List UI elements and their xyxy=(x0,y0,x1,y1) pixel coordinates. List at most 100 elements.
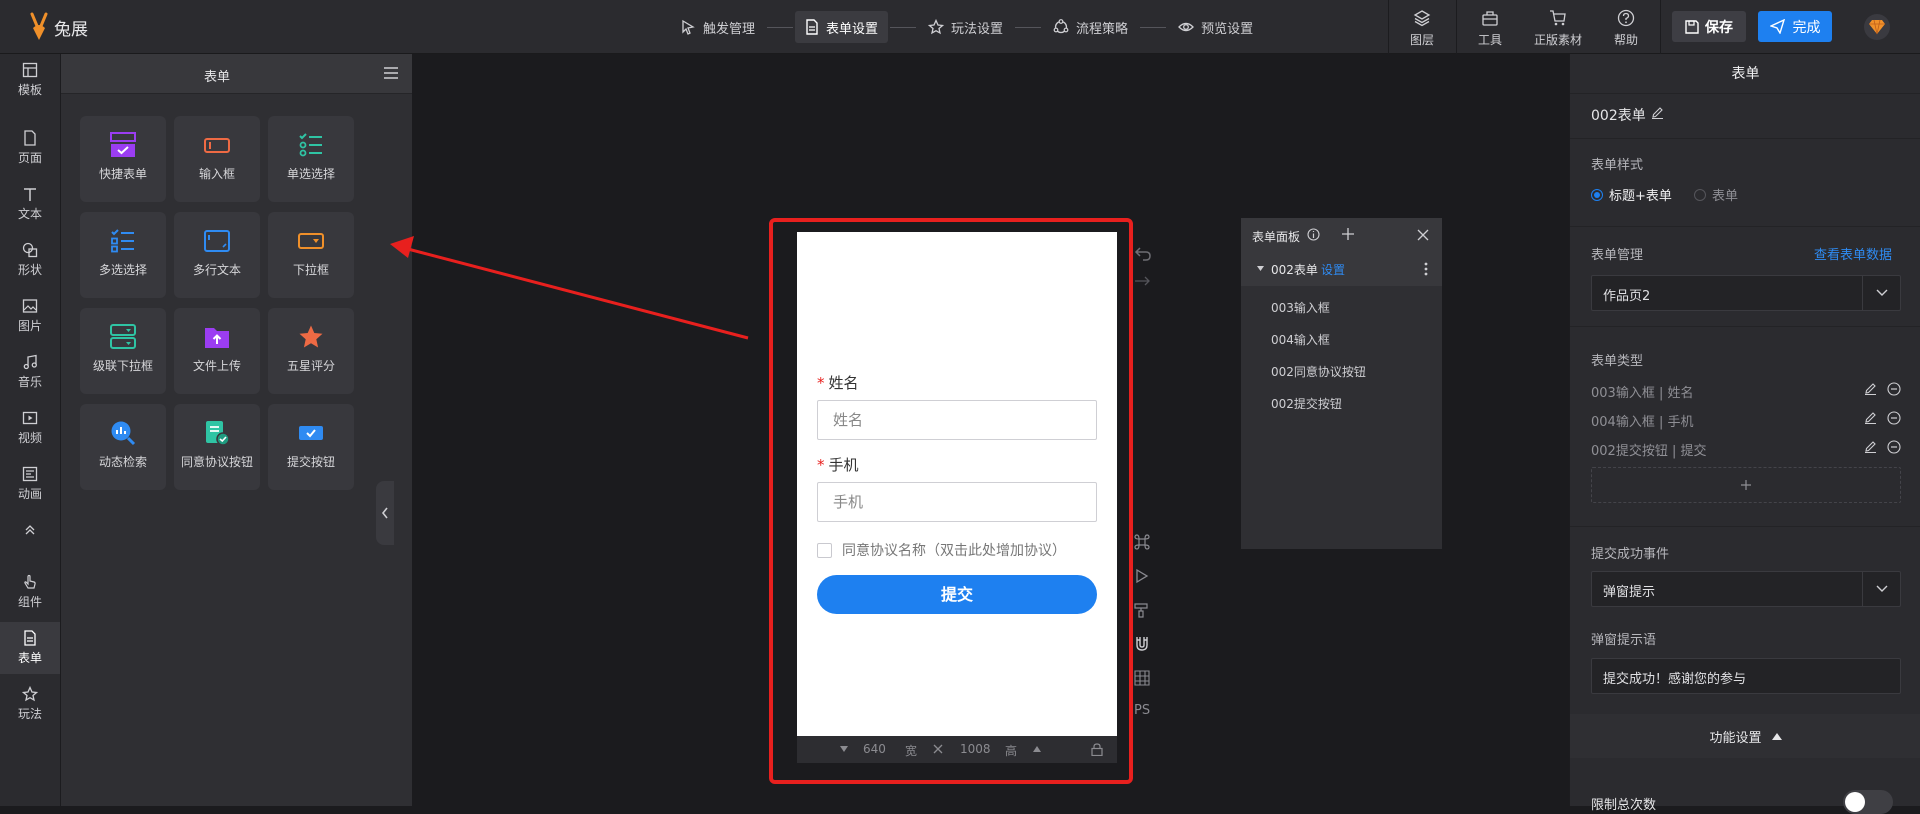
edit-icon[interactable] xyxy=(1651,106,1664,119)
function-settings-toggle[interactable]: 功能设置 xyxy=(1570,714,1920,758)
tree-settings-link[interactable]: 设置 xyxy=(1321,261,1345,278)
collapse-panel-tab[interactable] xyxy=(376,481,394,545)
dropdown-card[interactable]: 下拉框 xyxy=(268,212,354,298)
tree-root-row[interactable]: 002表单 设置 xyxy=(1241,252,1442,286)
close-icon[interactable] xyxy=(933,744,943,754)
nav-collapse-up[interactable] xyxy=(0,516,60,546)
tree-item[interactable]: 003输入框 xyxy=(1271,299,1330,316)
assets-button[interactable]: 正版素材 xyxy=(1528,9,1588,48)
nav-form[interactable]: 表单 xyxy=(0,622,60,674)
lock-icon[interactable] xyxy=(1091,743,1103,756)
remove-icon[interactable] xyxy=(1887,411,1901,425)
edit-icon[interactable] xyxy=(1864,382,1877,395)
nav-template[interactable]: 模板 xyxy=(0,54,60,106)
step-play-settings[interactable]: 玩法设置 xyxy=(918,11,1013,43)
star-rating-card[interactable]: 五星评分 xyxy=(268,308,354,394)
radio-unselected[interactable] xyxy=(1694,188,1706,201)
cascade-dropdown-card[interactable]: 级联下拉框 xyxy=(80,308,166,394)
radio-selected[interactable] xyxy=(1591,188,1603,201)
width-value[interactable]: 640 xyxy=(863,742,886,756)
form-type-item[interactable]: 004输入框 | 手机 xyxy=(1591,411,1901,430)
form-type-item[interactable]: 002提交按钮 | 提交 xyxy=(1591,440,1901,459)
done-button[interactable]: 完成 xyxy=(1758,11,1832,42)
phone-input[interactable]: 手机 xyxy=(817,482,1097,522)
dynamic-search-card[interactable]: 动态检索 xyxy=(80,404,166,490)
process-icon xyxy=(1053,19,1069,34)
tree-item[interactable]: 002同意协议按钮 xyxy=(1271,363,1366,380)
style-option-form[interactable]: 表单 xyxy=(1694,185,1738,204)
star-icon xyxy=(928,19,945,35)
nav-component[interactable]: 组件 xyxy=(0,566,60,618)
nav-image-label: 图片 xyxy=(17,319,42,333)
quick-form-card[interactable]: 快捷表单 xyxy=(80,116,166,202)
caret-down-icon[interactable] xyxy=(840,746,848,752)
grid-icon[interactable] xyxy=(1134,670,1150,686)
add-form-item-button[interactable] xyxy=(1591,467,1901,503)
remove-icon[interactable] xyxy=(1887,382,1901,396)
format-brush-icon[interactable] xyxy=(1134,602,1150,618)
redo-icon[interactable] xyxy=(1134,276,1152,286)
info-icon[interactable] xyxy=(1307,228,1320,241)
submit-button-card[interactable]: 提交按钮 xyxy=(268,404,354,490)
name-input[interactable]: 姓名 xyxy=(817,400,1097,440)
nav-image[interactable]: 图片 xyxy=(0,290,60,342)
agreement-checkbox[interactable] xyxy=(817,542,832,558)
nav-text[interactable]: 文本 xyxy=(0,178,60,230)
caret-up-icon[interactable] xyxy=(1033,746,1041,752)
remove-icon[interactable] xyxy=(1887,440,1901,454)
tools-button[interactable]: 工具 xyxy=(1460,9,1520,48)
height-value[interactable]: 1008 xyxy=(960,742,991,756)
menu-icon[interactable] xyxy=(383,66,399,80)
form-tree-title: 表单面板 xyxy=(1252,230,1301,244)
edit-icon[interactable] xyxy=(1864,440,1877,453)
user-avatar[interactable] xyxy=(1864,14,1890,40)
tree-item[interactable]: 002提交按钮 xyxy=(1271,395,1342,412)
file-upload-card[interactable]: 文件上传 xyxy=(174,308,260,394)
form-submit-button[interactable]: 提交 xyxy=(817,575,1097,614)
step-preview-settings[interactable]: 预览设置 xyxy=(1168,11,1263,43)
close-icon[interactable] xyxy=(1417,229,1429,241)
divider xyxy=(1388,0,1389,54)
play-icon[interactable] xyxy=(1134,568,1150,584)
step-process-strategy[interactable]: 流程策略 xyxy=(1043,11,1138,43)
caret-down-icon[interactable] xyxy=(1257,266,1264,271)
page-select[interactable]: 作品页2 xyxy=(1591,275,1901,311)
multiline-text-card[interactable]: 多行文本 xyxy=(174,212,260,298)
agree-button-card[interactable]: 同意协议按钮 xyxy=(174,404,260,490)
ps-tool-label[interactable]: PS xyxy=(1134,703,1150,718)
step-form-settings[interactable]: 表单设置 xyxy=(795,11,889,43)
nav-video[interactable]: 视频 xyxy=(0,402,60,454)
success-event-select[interactable]: 弹窗提示 xyxy=(1591,571,1901,607)
app-logo[interactable]: 兔展 xyxy=(28,12,88,42)
tip-message-input[interactable]: 提交成功！感谢您的参与 xyxy=(1591,658,1901,694)
nav-animation[interactable]: 动画 xyxy=(0,458,60,510)
save-label: 保存 xyxy=(1705,19,1733,36)
nav-page[interactable]: 页面 xyxy=(0,122,60,174)
step-trigger[interactable]: 触发管理 xyxy=(670,11,765,43)
form-type-item[interactable]: 003输入框 | 姓名 xyxy=(1591,382,1901,401)
nav-music[interactable]: 音乐 xyxy=(0,346,60,398)
save-button[interactable]: 保存 xyxy=(1672,11,1746,42)
nav-shape[interactable]: 形状 xyxy=(0,234,60,286)
limit-total-toggle[interactable] xyxy=(1843,790,1893,814)
double-chevron-up-icon xyxy=(25,525,35,535)
undo-icon[interactable] xyxy=(1134,246,1152,262)
phone-canvas[interactable]: * 姓名 姓名 * 手机 手机 同意协议名称（双击此处增加协议） 提交 xyxy=(797,232,1117,736)
help-button[interactable]: 帮助 xyxy=(1596,9,1656,48)
agreement-row[interactable]: 同意协议名称（双击此处增加协议） xyxy=(817,540,1066,560)
top-bar: 兔展 触发管理 表单设置 玩法设置 流程策略 预览设置 图层 工具 正版素材 帮… xyxy=(0,0,1920,54)
magnet-icon[interactable] xyxy=(1134,636,1150,652)
nav-play[interactable]: 玩法 xyxy=(0,678,60,730)
more-vertical-icon[interactable] xyxy=(1424,262,1428,276)
edit-icon[interactable] xyxy=(1864,411,1877,424)
single-choice-card[interactable]: 单选选择 xyxy=(268,116,354,202)
tree-item[interactable]: 004输入框 xyxy=(1271,331,1330,348)
layers-button[interactable]: 图层 xyxy=(1392,9,1452,48)
multi-choice-card[interactable]: 多选选择 xyxy=(80,212,166,298)
style-option-title-form[interactable]: 标题+表单 xyxy=(1591,185,1672,204)
command-icon[interactable] xyxy=(1134,534,1150,550)
input-card[interactable]: 输入框 xyxy=(174,116,260,202)
divider xyxy=(1570,326,1920,327)
add-icon[interactable] xyxy=(1341,227,1355,241)
view-form-data-link[interactable]: 查看表单数据 xyxy=(1814,244,1892,263)
